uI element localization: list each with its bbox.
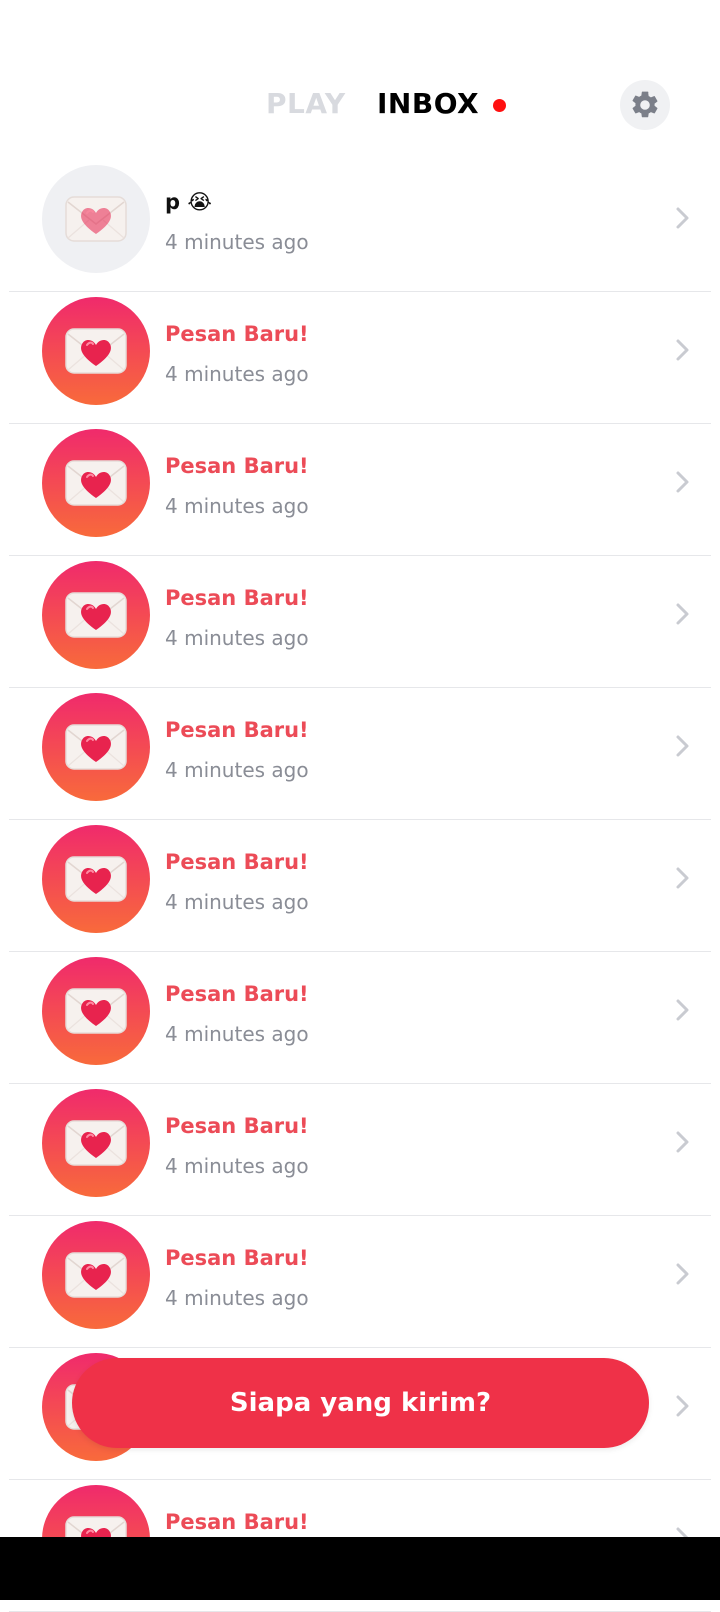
inbox-row[interactable]: Pesan Baru! 4 minutes ago: [9, 1216, 711, 1348]
message-title: Pesan Baru!: [165, 586, 309, 610]
chevron-right-icon: [676, 867, 689, 889]
inbox-row[interactable]: Pesan Baru! 4 minutes ago: [9, 424, 711, 556]
message-time: 4 minutes ago: [165, 1154, 309, 1178]
who-sent-button[interactable]: Siapa yang kirim?: [72, 1358, 649, 1448]
envelope-heart-icon: [65, 988, 127, 1034]
message-title: Pesan Baru!: [165, 718, 309, 742]
envelope-heart-icon: [65, 1120, 127, 1166]
tab-play[interactable]: PLAY: [266, 84, 346, 124]
message-time: 4 minutes ago: [165, 758, 309, 782]
envelope-heart-icon: [65, 592, 127, 638]
chevron-right-icon: [676, 1131, 689, 1153]
message-avatar: [42, 429, 150, 537]
message-avatar: [42, 1089, 150, 1197]
message-avatar: [42, 825, 150, 933]
chevron-right-icon: [676, 735, 689, 757]
message-title: Pesan Baru!: [165, 454, 309, 478]
message-avatar: [42, 693, 150, 801]
message-time: 4 minutes ago: [165, 1286, 309, 1310]
inbox-row[interactable]: Pesan Baru! 4 minutes ago: [9, 292, 711, 424]
tab-inbox[interactable]: INBOX: [377, 84, 479, 124]
system-navigation-bar: [0, 1537, 720, 1600]
inbox-row[interactable]: Pesan Baru! 4 minutes ago: [9, 1084, 711, 1216]
message-avatar: [42, 561, 150, 669]
message-time: 4 minutes ago: [165, 626, 309, 650]
chevron-right-icon: [676, 1395, 689, 1417]
chevron-right-icon: [676, 1263, 689, 1285]
top-header: PLAY INBOX: [0, 0, 720, 160]
envelope-heart-icon: [65, 856, 127, 902]
message-title: Pesan Baru!: [165, 982, 309, 1006]
message-title: p 😭: [165, 190, 212, 214]
message-avatar: [42, 297, 150, 405]
message-time: 4 minutes ago: [165, 890, 309, 914]
message-avatar: [42, 165, 150, 273]
envelope-heart-icon: [65, 460, 127, 506]
inbox-row[interactable]: p 😭 4 minutes ago: [9, 160, 711, 292]
message-title: Pesan Baru!: [165, 322, 309, 346]
envelope-heart-icon: [65, 1252, 127, 1298]
chevron-right-icon: [676, 207, 689, 229]
gear-icon: [632, 91, 658, 118]
message-time: 4 minutes ago: [165, 230, 309, 254]
inbox-row[interactable]: Pesan Baru! 4 minutes ago: [9, 820, 711, 952]
message-time: 4 minutes ago: [165, 1022, 309, 1046]
message-time: 4 minutes ago: [165, 362, 309, 386]
envelope-heart-icon: [65, 328, 127, 374]
chevron-right-icon: [676, 339, 689, 361]
inbox-row[interactable]: Pesan Baru! 4 minutes ago: [9, 688, 711, 820]
message-time: 4 minutes ago: [165, 494, 309, 518]
envelope-heart-icon: [65, 196, 127, 242]
message-title: Pesan Baru!: [165, 850, 309, 874]
message-title: Pesan Baru!: [165, 1510, 309, 1534]
chevron-right-icon: [676, 471, 689, 493]
message-title: Pesan Baru!: [165, 1114, 309, 1138]
message-title: Pesan Baru!: [165, 1246, 309, 1270]
chevron-right-icon: [676, 999, 689, 1021]
envelope-heart-icon: [65, 724, 127, 770]
inbox-row[interactable]: Pesan Baru! 4 minutes ago: [9, 556, 711, 688]
message-avatar: [42, 1221, 150, 1329]
message-avatar: [42, 957, 150, 1065]
unread-indicator: [493, 99, 506, 112]
chevron-right-icon: [676, 603, 689, 625]
settings-button[interactable]: [620, 80, 670, 130]
inbox-row[interactable]: Pesan Baru! 4 minutes ago: [9, 952, 711, 1084]
